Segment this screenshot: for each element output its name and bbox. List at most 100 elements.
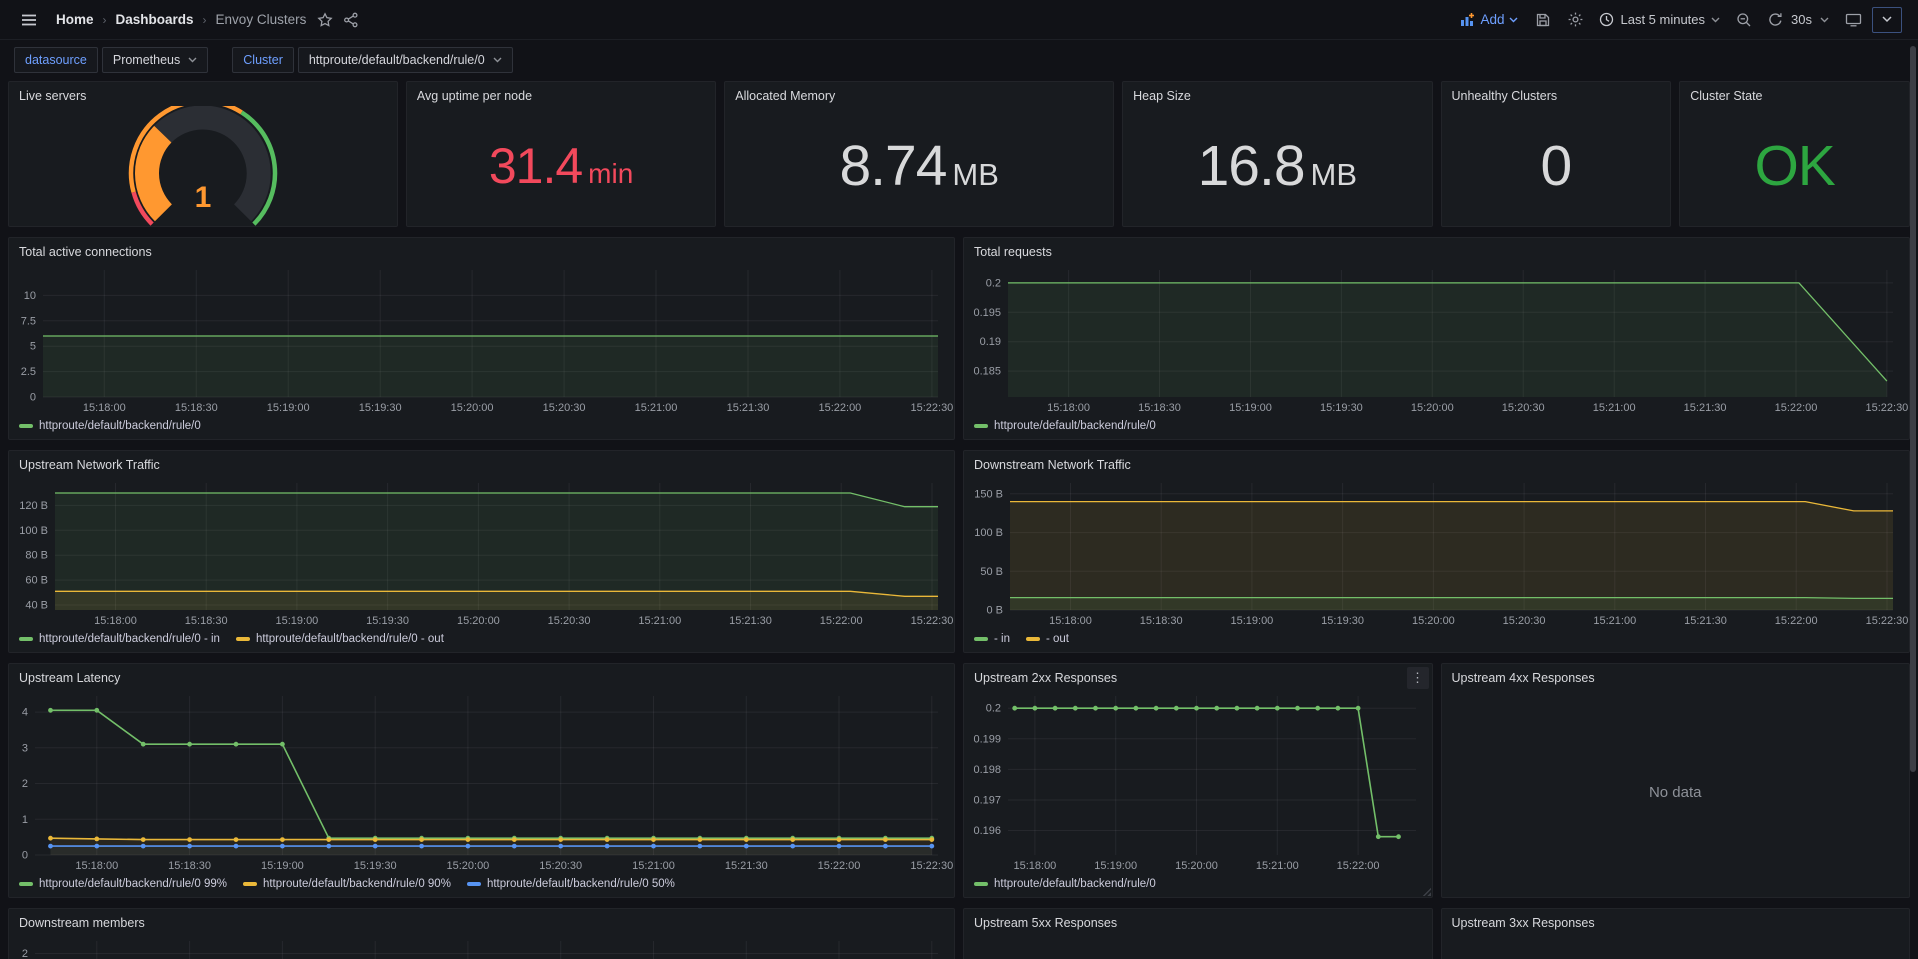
legend-item[interactable]: - in <box>974 633 1010 645</box>
time-range-picker[interactable]: Last 5 minutes <box>1594 12 1725 27</box>
svg-text:0.2: 0.2 <box>986 703 1001 715</box>
downstream-network-traffic-chart[interactable]: 15:18:0015:18:3015:19:0015:19:3015:20:00… <box>964 475 1909 630</box>
downstream-members-chart[interactable]: 15:18:0015:18:3015:19:0015:19:3015:20:00… <box>9 933 954 959</box>
add-button[interactable]: Add <box>1454 12 1524 27</box>
panel-title[interactable]: Heap Size <box>1123 82 1431 106</box>
upstream-latency-chart[interactable]: 15:18:0015:18:3015:19:0015:19:3015:20:00… <box>9 688 954 875</box>
svg-text:15:22:30: 15:22:30 <box>911 615 954 627</box>
svg-text:15:22:00: 15:22:00 <box>1775 615 1818 627</box>
svg-text:15:20:30: 15:20:30 <box>1502 402 1545 414</box>
star-icon[interactable] <box>312 7 338 33</box>
stat-value-group: OK <box>1680 106 1909 226</box>
svg-text:15:19:00: 15:19:00 <box>267 402 310 414</box>
panel-title[interactable]: Downstream members <box>9 909 954 933</box>
upstream-3xx-responses-chart[interactable] <box>1442 933 1910 959</box>
svg-text:15:21:00: 15:21:00 <box>632 860 675 872</box>
variable-datasource-value[interactable]: Prometheus <box>102 47 208 73</box>
svg-text:4: 4 <box>22 707 28 719</box>
svg-text:60 B: 60 B <box>25 575 48 587</box>
panel-title[interactable]: Total active connections <box>9 238 954 262</box>
svg-text:15:18:00: 15:18:00 <box>1013 860 1056 872</box>
legend-series-label: - out <box>1046 633 1069 645</box>
svg-text:15:19:30: 15:19:30 <box>1321 615 1364 627</box>
tv-mode-icon[interactable] <box>1840 7 1866 33</box>
variable-cluster-label[interactable]: Cluster <box>232 47 294 73</box>
panel-title[interactable]: Upstream 5xx Responses <box>964 909 1432 933</box>
stat-value: 31.4 <box>489 138 582 194</box>
svg-text:0.185: 0.185 <box>973 366 1001 378</box>
panel-allocated-memory: Allocated Memory 8.74MB <box>724 81 1114 227</box>
legend-series-color <box>236 637 250 641</box>
collapse-chevron-button[interactable] <box>1872 7 1902 33</box>
stat-value-group: 16.8MB <box>1123 106 1431 226</box>
total-requests-chart[interactable]: 15:18:0015:18:3015:19:0015:19:3015:20:00… <box>964 262 1909 417</box>
upstream-5xx-responses-chart[interactable] <box>964 933 1432 959</box>
svg-text:0.195: 0.195 <box>973 307 1001 319</box>
legend-series-color <box>974 882 988 886</box>
svg-text:15:21:30: 15:21:30 <box>725 860 768 872</box>
upstream-2xx-responses-chart[interactable]: 15:18:0015:19:0015:20:0015:21:0015:22:00… <box>964 688 1432 875</box>
legend-series-color <box>974 424 988 428</box>
svg-text:15:22:30: 15:22:30 <box>1865 402 1908 414</box>
gear-icon[interactable] <box>1562 7 1588 33</box>
panel-title[interactable]: Cluster State <box>1680 82 1909 106</box>
zoom-out-icon[interactable] <box>1731 7 1757 33</box>
legend-item[interactable]: httproute/default/backend/rule/0 <box>974 878 1156 890</box>
panel-menu-kebab-icon[interactable]: ⋮ <box>1407 667 1429 689</box>
svg-text:15:21:00: 15:21:00 <box>1593 402 1636 414</box>
legend-item[interactable]: httproute/default/backend/rule/0 - out <box>236 633 444 645</box>
clock-icon <box>1599 12 1614 27</box>
svg-text:15:22:00: 15:22:00 <box>1775 402 1818 414</box>
panel-title[interactable]: Upstream Latency <box>9 664 954 688</box>
stat-unit: min <box>588 158 633 189</box>
total-active-connections-chart[interactable]: 15:18:0015:18:3015:19:0015:19:3015:20:00… <box>9 262 954 417</box>
panel-title[interactable]: Total requests <box>964 238 1909 262</box>
legend-item[interactable]: httproute/default/backend/rule/0 - in <box>19 633 220 645</box>
legend-item[interactable]: httproute/default/backend/rule/0 90% <box>243 878 451 890</box>
panel-title[interactable]: Upstream 3xx Responses <box>1442 909 1910 933</box>
panel-title[interactable]: Downstream Network Traffic <box>964 451 1909 475</box>
add-label: Add <box>1480 12 1504 27</box>
share-icon[interactable] <box>338 7 364 33</box>
svg-text:15:18:30: 15:18:30 <box>185 615 228 627</box>
svg-text:100 B: 100 B <box>974 527 1003 539</box>
panel-resize-handle[interactable] <box>1422 887 1431 896</box>
panel-title[interactable]: Avg uptime per node <box>407 82 715 106</box>
chart-legend: httproute/default/backend/rule/0 99% http… <box>9 875 954 897</box>
panel-title[interactable]: Upstream Network Traffic <box>9 451 954 475</box>
chart-legend: httproute/default/backend/rule/0 <box>964 875 1432 897</box>
variable-cluster-value[interactable]: httproute/default/backend/rule/0 <box>298 47 513 73</box>
variable-datasource-label[interactable]: datasource <box>14 47 98 73</box>
legend-item[interactable]: httproute/default/backend/rule/0 50% <box>467 878 675 890</box>
panel-title[interactable]: Unhealthy Clusters <box>1442 82 1671 106</box>
legend-item[interactable]: httproute/default/backend/rule/0 99% <box>19 878 227 890</box>
legend-series-label: - in <box>994 633 1010 645</box>
panel-title[interactable]: Live servers <box>9 82 397 106</box>
svg-text:15:20:00: 15:20:00 <box>457 615 500 627</box>
vertical-scrollbar[interactable] <box>1910 46 1916 772</box>
legend-item[interactable]: httproute/default/backend/rule/0 <box>19 420 201 432</box>
svg-text:15:19:00: 15:19:00 <box>1094 860 1137 872</box>
menu-icon[interactable] <box>16 7 42 33</box>
svg-text:0.196: 0.196 <box>973 825 1001 837</box>
svg-text:15:18:00: 15:18:00 <box>83 402 126 414</box>
panel-title[interactable]: Upstream 4xx Responses <box>1442 664 1910 688</box>
svg-text:5: 5 <box>30 341 36 353</box>
legend-item[interactable]: - out <box>1026 633 1069 645</box>
refresh-control[interactable]: 30s <box>1763 12 1834 27</box>
upstream-network-traffic-chart[interactable]: 15:18:0015:18:3015:19:0015:19:3015:20:00… <box>9 475 954 630</box>
legend-series-label: httproute/default/backend/rule/0 <box>39 420 201 432</box>
svg-text:15:19:00: 15:19:00 <box>261 860 304 872</box>
panel-title[interactable]: Allocated Memory <box>725 82 1113 106</box>
stat-value: 8.74 <box>839 134 946 198</box>
svg-text:80 B: 80 B <box>25 550 48 562</box>
svg-text:15:21:00: 15:21:00 <box>635 402 678 414</box>
legend-item[interactable]: httproute/default/backend/rule/0 <box>974 420 1156 432</box>
panel-upstream-3xx-responses: Upstream 3xx Responses <box>1441 908 1911 959</box>
breadcrumb-dashboards[interactable]: Dashboards <box>116 12 194 27</box>
legend-series-label: httproute/default/backend/rule/0 99% <box>39 878 227 890</box>
save-icon[interactable] <box>1530 7 1556 33</box>
panel-title[interactable]: Upstream 2xx Responses <box>964 664 1432 688</box>
breadcrumb-home[interactable]: Home <box>56 12 94 27</box>
svg-text:15:18:00: 15:18:00 <box>1047 402 1090 414</box>
